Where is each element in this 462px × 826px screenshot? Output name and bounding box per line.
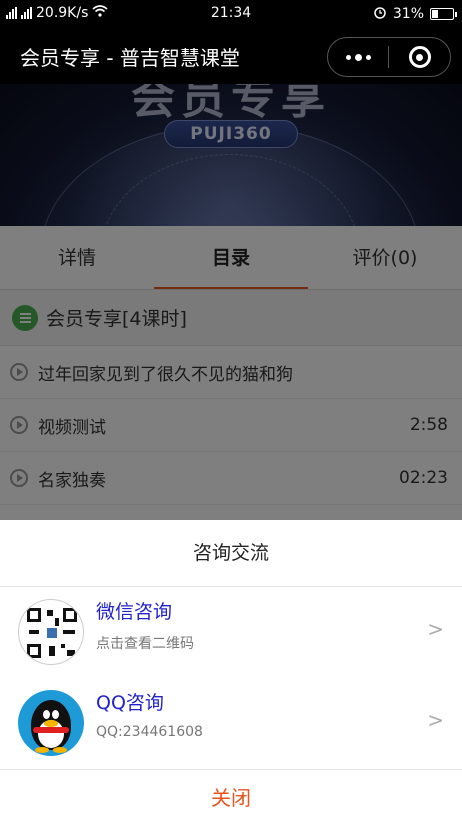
qq-penguin-icon	[18, 690, 84, 756]
page-title: 会员专享 - 普吉智慧课堂	[20, 46, 240, 70]
chevron-right-icon: >	[427, 617, 444, 641]
chevron-right-icon: >	[427, 708, 444, 732]
close-button[interactable]: 关闭	[0, 769, 462, 826]
qq-consult-sub: QQ:234461608	[96, 724, 203, 740]
wechat-consult-sub: 点击查看二维码	[96, 636, 194, 652]
qq-consult-item[interactable]: QQ咨询 QQ:234461608 >	[0, 678, 462, 768]
sheet-title: 咨询交流	[0, 520, 462, 587]
status-bar: 20.9K/s 21:34 31%	[0, 0, 462, 28]
alarm-icon	[373, 5, 387, 23]
qr-code-icon	[18, 599, 84, 665]
qq-consult-label: QQ咨询	[96, 692, 164, 714]
wechat-consult-item[interactable]: 微信咨询 点击查看二维码 >	[0, 587, 462, 677]
consult-sheet: 咨询交流 微信咨询 点击查看二维码 > QQ咨询 QQ:234461608 > …	[0, 520, 462, 826]
wechat-consult-label: 微信咨询	[96, 601, 173, 623]
more-button[interactable]	[328, 38, 388, 76]
capsule-menu	[327, 37, 451, 77]
title-bar: 会员专享 - 普吉智慧课堂	[0, 28, 462, 84]
close-miniprogram-button[interactable]	[389, 38, 450, 76]
battery-percent: 31%	[392, 6, 424, 22]
battery-icon	[430, 8, 457, 20]
target-icon	[408, 46, 431, 68]
modal-overlay[interactable]	[0, 84, 462, 520]
